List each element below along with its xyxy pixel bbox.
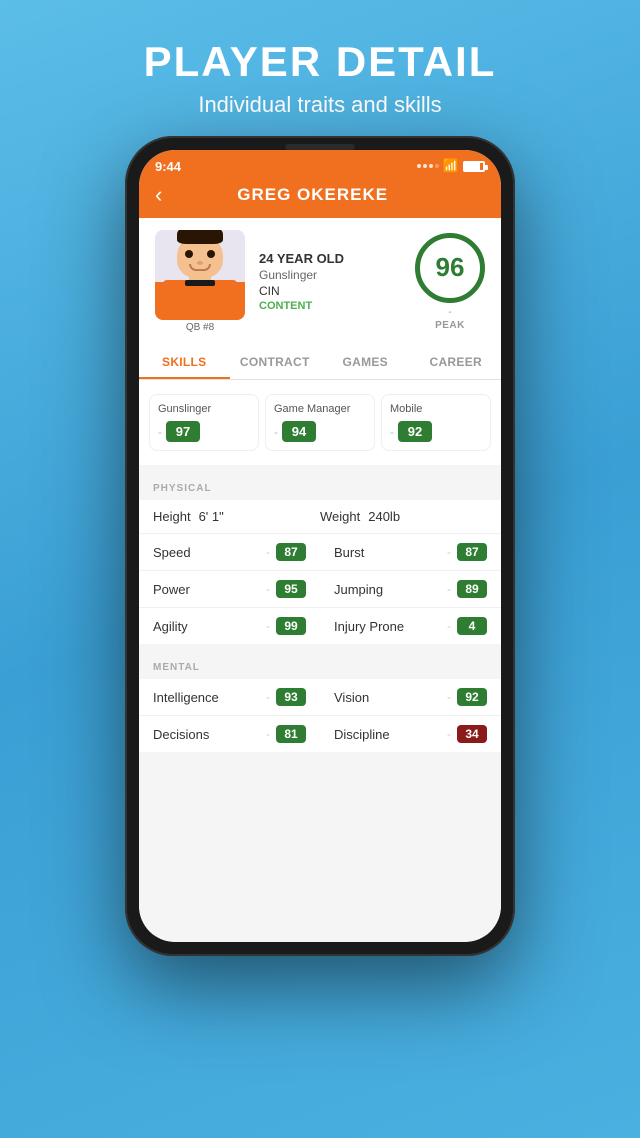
physical-header: PHYSICAL [139, 473, 501, 500]
mental-section: MENTAL Intelligence - 93 Vision - 92 [139, 652, 501, 752]
wifi-icon: 📶 [443, 158, 459, 174]
discipline-label: Discipline [334, 727, 441, 742]
rating-wrap: 96 - PEAK [415, 233, 485, 331]
nav-bar: ‹ GREG OKEREKE [139, 178, 501, 218]
skills-top-section: Gunslinger - 97 Game Manager - 94 [139, 380, 501, 465]
rating-circle: 96 [415, 233, 485, 303]
peak-label: PEAK [435, 320, 465, 331]
height-label: Height [153, 509, 191, 524]
power-value: 95 [276, 580, 306, 598]
weight-value: 240lb [368, 509, 400, 524]
injury-prone-label: Injury Prone [334, 619, 441, 634]
power-label: Power [153, 582, 260, 597]
mental-header: MENTAL [139, 652, 501, 679]
skill-gunslinger-val: 97 [166, 421, 200, 442]
intelligence-vision-row: Intelligence - 93 Vision - 92 [139, 679, 501, 716]
skill-gamemanager-name: Game Manager [274, 403, 350, 415]
player-status: CONTENT [259, 300, 415, 312]
promo-header: PLAYER DETAIL Individual traits and skil… [0, 0, 640, 136]
player-avatar-wrap: QB #8 [155, 230, 245, 333]
power-jumping-row: Power - 95 Jumping - 89 [139, 571, 501, 608]
jumping-label: Jumping [334, 582, 441, 597]
speed-burst-row: Speed - 87 Burst - 87 [139, 534, 501, 571]
injury-prone-value: 4 [457, 617, 487, 635]
decisions-value: 81 [276, 725, 306, 743]
player-team: CIN [259, 284, 415, 298]
agility-injury-row: Agility - 99 Injury Prone - 4 [139, 608, 501, 644]
back-button[interactable]: ‹ [155, 184, 162, 206]
nav-title: GREG OKEREKE [162, 185, 463, 205]
main-content: Gunslinger - 97 Game Manager - 94 [139, 380, 501, 942]
speed-value: 87 [276, 543, 306, 561]
signal-dots [417, 164, 439, 168]
jumping-value: 89 [457, 580, 487, 598]
tab-skills[interactable]: SKILLS [139, 345, 230, 379]
vision-value: 92 [457, 688, 487, 706]
phone-speaker [285, 144, 355, 150]
skill-card-gunslinger: Gunslinger - 97 [149, 394, 259, 451]
promo-subtitle: Individual traits and skills [0, 92, 640, 118]
decisions-discipline-row: Decisions - 81 Discipline - 34 [139, 716, 501, 752]
agility-value: 99 [276, 617, 306, 635]
player-details: 24 YEAR OLD Gunslinger CIN CONTENT [245, 251, 415, 312]
skill-gamemanager-val: 94 [282, 421, 316, 442]
tabs-bar: SKILLS CONTRACT GAMES CAREER [139, 345, 501, 380]
battery-icon [463, 161, 485, 172]
phone-frame: 9:44 📶 ‹ GREG OKEREKE [125, 136, 515, 956]
height-value: 6' 1" [199, 509, 224, 524]
status-bar: 9:44 📶 [139, 150, 501, 178]
tab-games[interactable]: GAMES [320, 345, 411, 379]
discipline-value: 34 [457, 725, 487, 743]
skill-card-mobile: Mobile - 92 [381, 394, 491, 451]
rating-number: 96 [436, 252, 465, 283]
vision-label: Vision [334, 690, 441, 705]
player-avatar [155, 230, 245, 320]
player-archetype: Gunslinger [259, 268, 415, 282]
phone-screen: 9:44 📶 ‹ GREG OKEREKE [139, 150, 501, 942]
decisions-label: Decisions [153, 727, 260, 742]
rating-sub: - [448, 307, 451, 318]
phone-notch [125, 136, 515, 150]
promo-title: PLAYER DETAIL [0, 38, 640, 86]
status-right: 📶 [417, 158, 485, 174]
weight-label: Weight [320, 509, 360, 524]
burst-value: 87 [457, 543, 487, 561]
skill-card-gamemanager: Game Manager - 94 [265, 394, 375, 451]
skill-gunslinger-name: Gunslinger [158, 403, 211, 415]
intelligence-label: Intelligence [153, 690, 260, 705]
agility-label: Agility [153, 619, 260, 634]
burst-label: Burst [334, 545, 441, 560]
physical-section: PHYSICAL Height 6' 1" Weight 240lb [139, 473, 501, 644]
player-age: 24 YEAR OLD [259, 251, 415, 266]
position-label: QB #8 [186, 322, 214, 333]
skill-mobile-val: 92 [398, 421, 432, 442]
intelligence-value: 93 [276, 688, 306, 706]
tab-career[interactable]: CAREER [411, 345, 502, 379]
status-time: 9:44 [155, 159, 181, 174]
skill-mobile-name: Mobile [390, 403, 422, 415]
player-info: QB #8 24 YEAR OLD Gunslinger CIN CONTENT… [139, 218, 501, 345]
speed-label: Speed [153, 545, 260, 560]
height-weight-row: Height 6' 1" Weight 240lb [139, 500, 501, 534]
tab-contract[interactable]: CONTRACT [230, 345, 321, 379]
